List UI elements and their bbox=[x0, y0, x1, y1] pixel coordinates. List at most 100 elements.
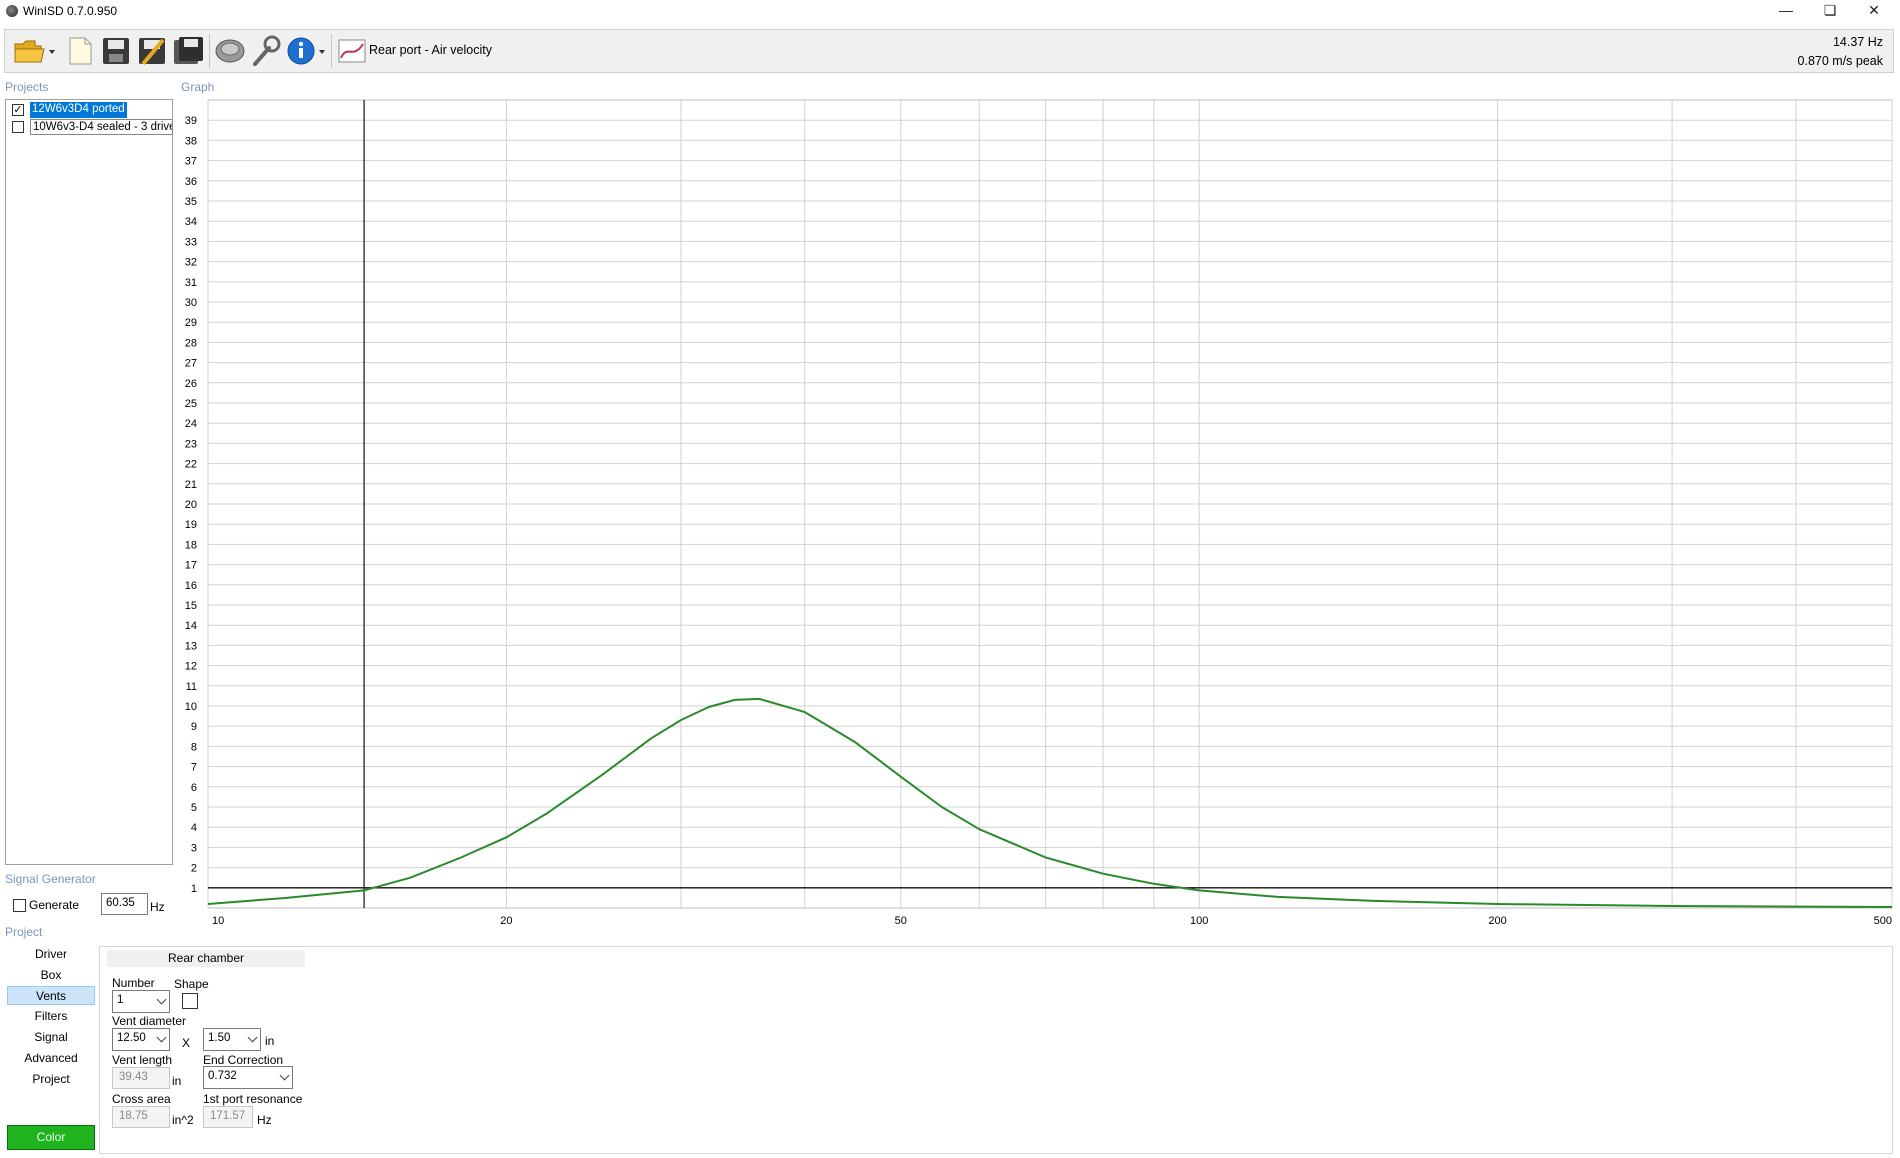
port-resonance-label: 1st port resonance bbox=[203, 1092, 303, 1106]
nav-vents[interactable]: Vents bbox=[7, 986, 95, 1005]
projects-list[interactable]: ✓ 12W6v3D4 ported 10W6v3-D4 sealed - 3 d… bbox=[5, 99, 173, 865]
vent-dimension2-select[interactable]: 1.50 bbox=[203, 1028, 261, 1051]
y-tick-label: 19 bbox=[185, 519, 197, 531]
project-name[interactable]: 12W6v3D4 ported bbox=[29, 101, 128, 119]
project-name[interactable]: 10W6v3-D4 sealed - 3 drivers bbox=[30, 119, 173, 135]
y-tick-label: 20 bbox=[185, 499, 197, 511]
project-group-label: Project bbox=[5, 925, 43, 939]
save-all-icon[interactable] bbox=[171, 34, 205, 68]
y-tick-label: 11 bbox=[186, 681, 197, 693]
wrench-icon[interactable] bbox=[249, 34, 283, 68]
generator-frequency-input[interactable]: 60.35 bbox=[101, 893, 148, 915]
close-button[interactable]: ✕ bbox=[1852, 0, 1896, 22]
nav-advanced[interactable]: Advanced bbox=[7, 1049, 95, 1068]
vents-panel bbox=[99, 946, 1893, 1154]
x-tick-label: 20 bbox=[500, 915, 512, 926]
y-tick-label: 5 bbox=[191, 802, 197, 814]
cursor-velocity-readout: 0.870 m/s peak bbox=[1797, 54, 1883, 68]
graph-type-label[interactable]: Rear port - Air velocity bbox=[369, 43, 492, 57]
port-resonance-field: 171.57 bbox=[203, 1106, 253, 1128]
number-label: Number bbox=[112, 976, 155, 990]
signal-generator-group-label: Signal Generator bbox=[5, 872, 96, 886]
cross-area-field: 18.75 bbox=[112, 1106, 170, 1128]
x-tick-label: 200 bbox=[1488, 915, 1506, 926]
y-tick-label: 35 bbox=[185, 196, 197, 208]
vent-shape-button[interactable] bbox=[182, 993, 198, 1009]
y-tick-label: 25 bbox=[185, 398, 197, 410]
vent-dimension2-value: 1.50 bbox=[208, 1032, 231, 1044]
y-tick-label: 4 bbox=[191, 822, 197, 834]
project-item[interactable]: 10W6v3-D4 sealed - 3 drivers bbox=[9, 119, 173, 135]
y-tick-label: 22 bbox=[185, 459, 197, 471]
end-correction-label: End Correction bbox=[203, 1053, 284, 1067]
restore-button[interactable]: ❏ bbox=[1808, 0, 1852, 22]
generate-checkbox[interactable] bbox=[13, 899, 26, 912]
project-item[interactable]: ✓ 12W6v3D4 ported bbox=[9, 101, 173, 119]
cross-area-label: Cross area bbox=[112, 1092, 171, 1106]
graph-panel[interactable]: 1 2 3 4 5 6 7 8 9 10 11 12 13 14 15 16 17 18 19 20 21 22 23 24 2… bbox=[176, 96, 1896, 927]
chevron-down-icon bbox=[156, 994, 167, 1005]
vent-length-unit: in bbox=[172, 1074, 182, 1088]
cross-area-unit: in^2 bbox=[172, 1113, 194, 1127]
nav-project[interactable]: Project bbox=[7, 1070, 95, 1089]
y-tick-label: 27 bbox=[185, 358, 197, 370]
color-button[interactable]: Color bbox=[7, 1125, 95, 1150]
air-velocity-chart[interactable]: 1234567891011121314151617181920212223242… bbox=[176, 96, 1896, 927]
y-tick-label: 7 bbox=[191, 762, 197, 774]
y-tick-label: 28 bbox=[185, 337, 197, 349]
end-correction-select[interactable]: 0.732 bbox=[203, 1066, 293, 1089]
nav-filters[interactable]: Filters bbox=[7, 1007, 95, 1026]
y-tick-label: 21 bbox=[185, 479, 197, 491]
new-project-icon[interactable] bbox=[63, 34, 97, 68]
y-tick-label: 6 bbox=[191, 782, 197, 794]
graph-type-icon[interactable] bbox=[335, 34, 369, 68]
title-bar: WinISD 0.7.0.950 — ❏ ✕ bbox=[0, 0, 1900, 22]
toolbar-separator bbox=[331, 34, 332, 68]
dimension-separator: X bbox=[182, 1036, 191, 1050]
y-tick-label: 16 bbox=[185, 580, 197, 592]
y-tick-label: 3 bbox=[191, 842, 197, 854]
port-resonance-unit: Hz bbox=[257, 1113, 272, 1127]
vent-number-select[interactable]: 1 bbox=[112, 990, 170, 1013]
y-tick-label: 17 bbox=[185, 560, 197, 572]
rear-chamber-header[interactable]: Rear chamber bbox=[107, 950, 305, 967]
chevron-down-icon bbox=[156, 1032, 167, 1043]
toolbar-separator bbox=[209, 34, 210, 68]
y-tick-label: 38 bbox=[185, 135, 197, 147]
project-checkbox[interactable]: ✓ bbox=[12, 104, 24, 116]
x-tick-label: 10 bbox=[212, 915, 224, 926]
y-tick-label: 39 bbox=[185, 115, 197, 127]
minimize-button[interactable]: — bbox=[1764, 0, 1808, 22]
generate-label: Generate bbox=[29, 898, 80, 912]
x-tick-label: 50 bbox=[895, 915, 907, 926]
vent-diameter-label: Vent diameter bbox=[112, 1014, 187, 1028]
y-tick-label: 1 bbox=[191, 883, 197, 895]
y-tick-label: 8 bbox=[191, 741, 197, 753]
nav-driver[interactable]: Driver bbox=[7, 945, 95, 964]
vent-length-label: Vent length bbox=[112, 1053, 173, 1067]
vent-diameter-select[interactable]: 12.50 bbox=[112, 1028, 170, 1051]
driver-editor-icon[interactable] bbox=[213, 34, 247, 68]
y-tick-label: 36 bbox=[185, 176, 197, 188]
nav-box[interactable]: Box bbox=[7, 966, 95, 985]
y-tick-label: 18 bbox=[185, 539, 197, 551]
y-tick-label: 23 bbox=[185, 438, 197, 450]
y-tick-label: 30 bbox=[185, 297, 197, 309]
info-icon[interactable] bbox=[285, 34, 331, 68]
y-tick-label: 2 bbox=[191, 863, 197, 875]
save-icon[interactable] bbox=[99, 34, 133, 68]
y-tick-label: 32 bbox=[185, 257, 197, 269]
x-tick-label: 500 bbox=[1874, 915, 1892, 926]
save-as-icon[interactable] bbox=[135, 34, 169, 68]
y-tick-label: 24 bbox=[185, 418, 197, 430]
generator-frequency-unit: Hz bbox=[150, 900, 165, 914]
y-tick-label: 12 bbox=[185, 661, 197, 673]
y-tick-label: 37 bbox=[185, 156, 197, 168]
open-folder-icon[interactable] bbox=[11, 34, 57, 68]
project-checkbox[interactable] bbox=[12, 121, 24, 133]
y-tick-label: 34 bbox=[185, 216, 197, 228]
y-tick-label: 26 bbox=[185, 378, 197, 390]
end-correction-value: 0.732 bbox=[208, 1070, 237, 1082]
nav-signal[interactable]: Signal bbox=[7, 1028, 95, 1047]
toolbar: Rear port - Air velocity 14.37 Hz 0.870 … bbox=[4, 29, 1894, 73]
